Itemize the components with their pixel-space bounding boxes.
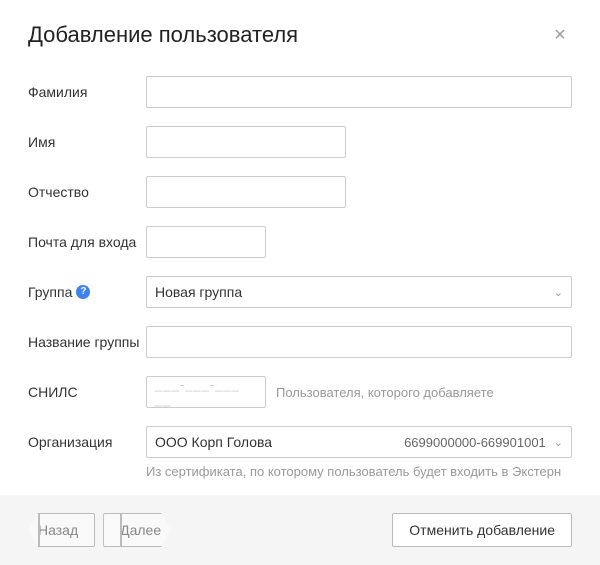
chevron-down-icon: ⌄: [554, 436, 563, 449]
row-snils: СНИЛС ___-___-___ __ Пользователя, котор…: [28, 376, 572, 408]
group-select[interactable]: Новая группа ⌄: [146, 276, 572, 308]
groupname-input[interactable]: [146, 326, 572, 358]
org-selected-value: ООО Корп Голова: [155, 434, 272, 450]
help-icon[interactable]: ?: [76, 285, 90, 299]
firstname-input[interactable]: [146, 126, 346, 158]
row-groupname: Название группы: [28, 326, 572, 358]
row-lastname: Фамилия: [28, 76, 572, 108]
label-email: Почта для входа: [28, 234, 146, 250]
chevron-down-icon: ⌄: [554, 286, 563, 299]
snils-input[interactable]: ___-___-___ __: [146, 376, 266, 408]
cancel-button[interactable]: Отменить добавление: [392, 513, 572, 547]
label-snils: СНИЛС: [28, 384, 146, 400]
snils-hint: Пользователя, которого добавляете: [276, 385, 494, 400]
footer-left: Назад Далее: [28, 513, 171, 547]
label-org: Организация: [28, 434, 146, 450]
add-user-dialog: Добавление пользователя × Фамилия Имя От…: [0, 0, 600, 562]
back-button[interactable]: Назад: [28, 513, 95, 547]
label-groupname: Название группы: [28, 334, 146, 350]
row-group: Группа ? Новая группа ⌄: [28, 276, 572, 308]
org-select[interactable]: ООО Корп Голова 6699000000-669901001 ⌄: [146, 426, 572, 458]
label-lastname: Фамилия: [28, 84, 146, 100]
row-patronymic: Отчество: [28, 176, 572, 208]
next-button[interactable]: Далее: [103, 513, 171, 547]
dialog-footer: Назад Далее Отменить добавление: [0, 495, 600, 565]
label-group: Группа ?: [28, 284, 146, 300]
patronymic-input[interactable]: [146, 176, 346, 208]
email-input[interactable]: [146, 226, 266, 258]
row-firstname: Имя: [28, 126, 572, 158]
dialog-header: Добавление пользователя ×: [28, 22, 572, 48]
close-icon: ×: [554, 25, 566, 45]
label-patronymic: Отчество: [28, 184, 146, 200]
close-button[interactable]: ×: [548, 23, 572, 47]
dialog-body: Добавление пользователя × Фамилия Имя От…: [0, 0, 600, 495]
row-org: Организация ООО Корп Голова 6699000000-6…: [28, 426, 572, 458]
lastname-input[interactable]: [146, 76, 572, 108]
dialog-title: Добавление пользователя: [28, 22, 298, 48]
row-email: Почта для входа: [28, 226, 572, 258]
snils-placeholder: ___-___-___ __: [155, 377, 257, 407]
label-firstname: Имя: [28, 134, 146, 150]
label-group-text: Группа: [28, 284, 72, 300]
org-hint: Из сертификата, по которому пользователь…: [146, 464, 572, 479]
group-selected-value: Новая группа: [155, 284, 242, 300]
org-code: 6699000000-669901001: [404, 435, 546, 450]
